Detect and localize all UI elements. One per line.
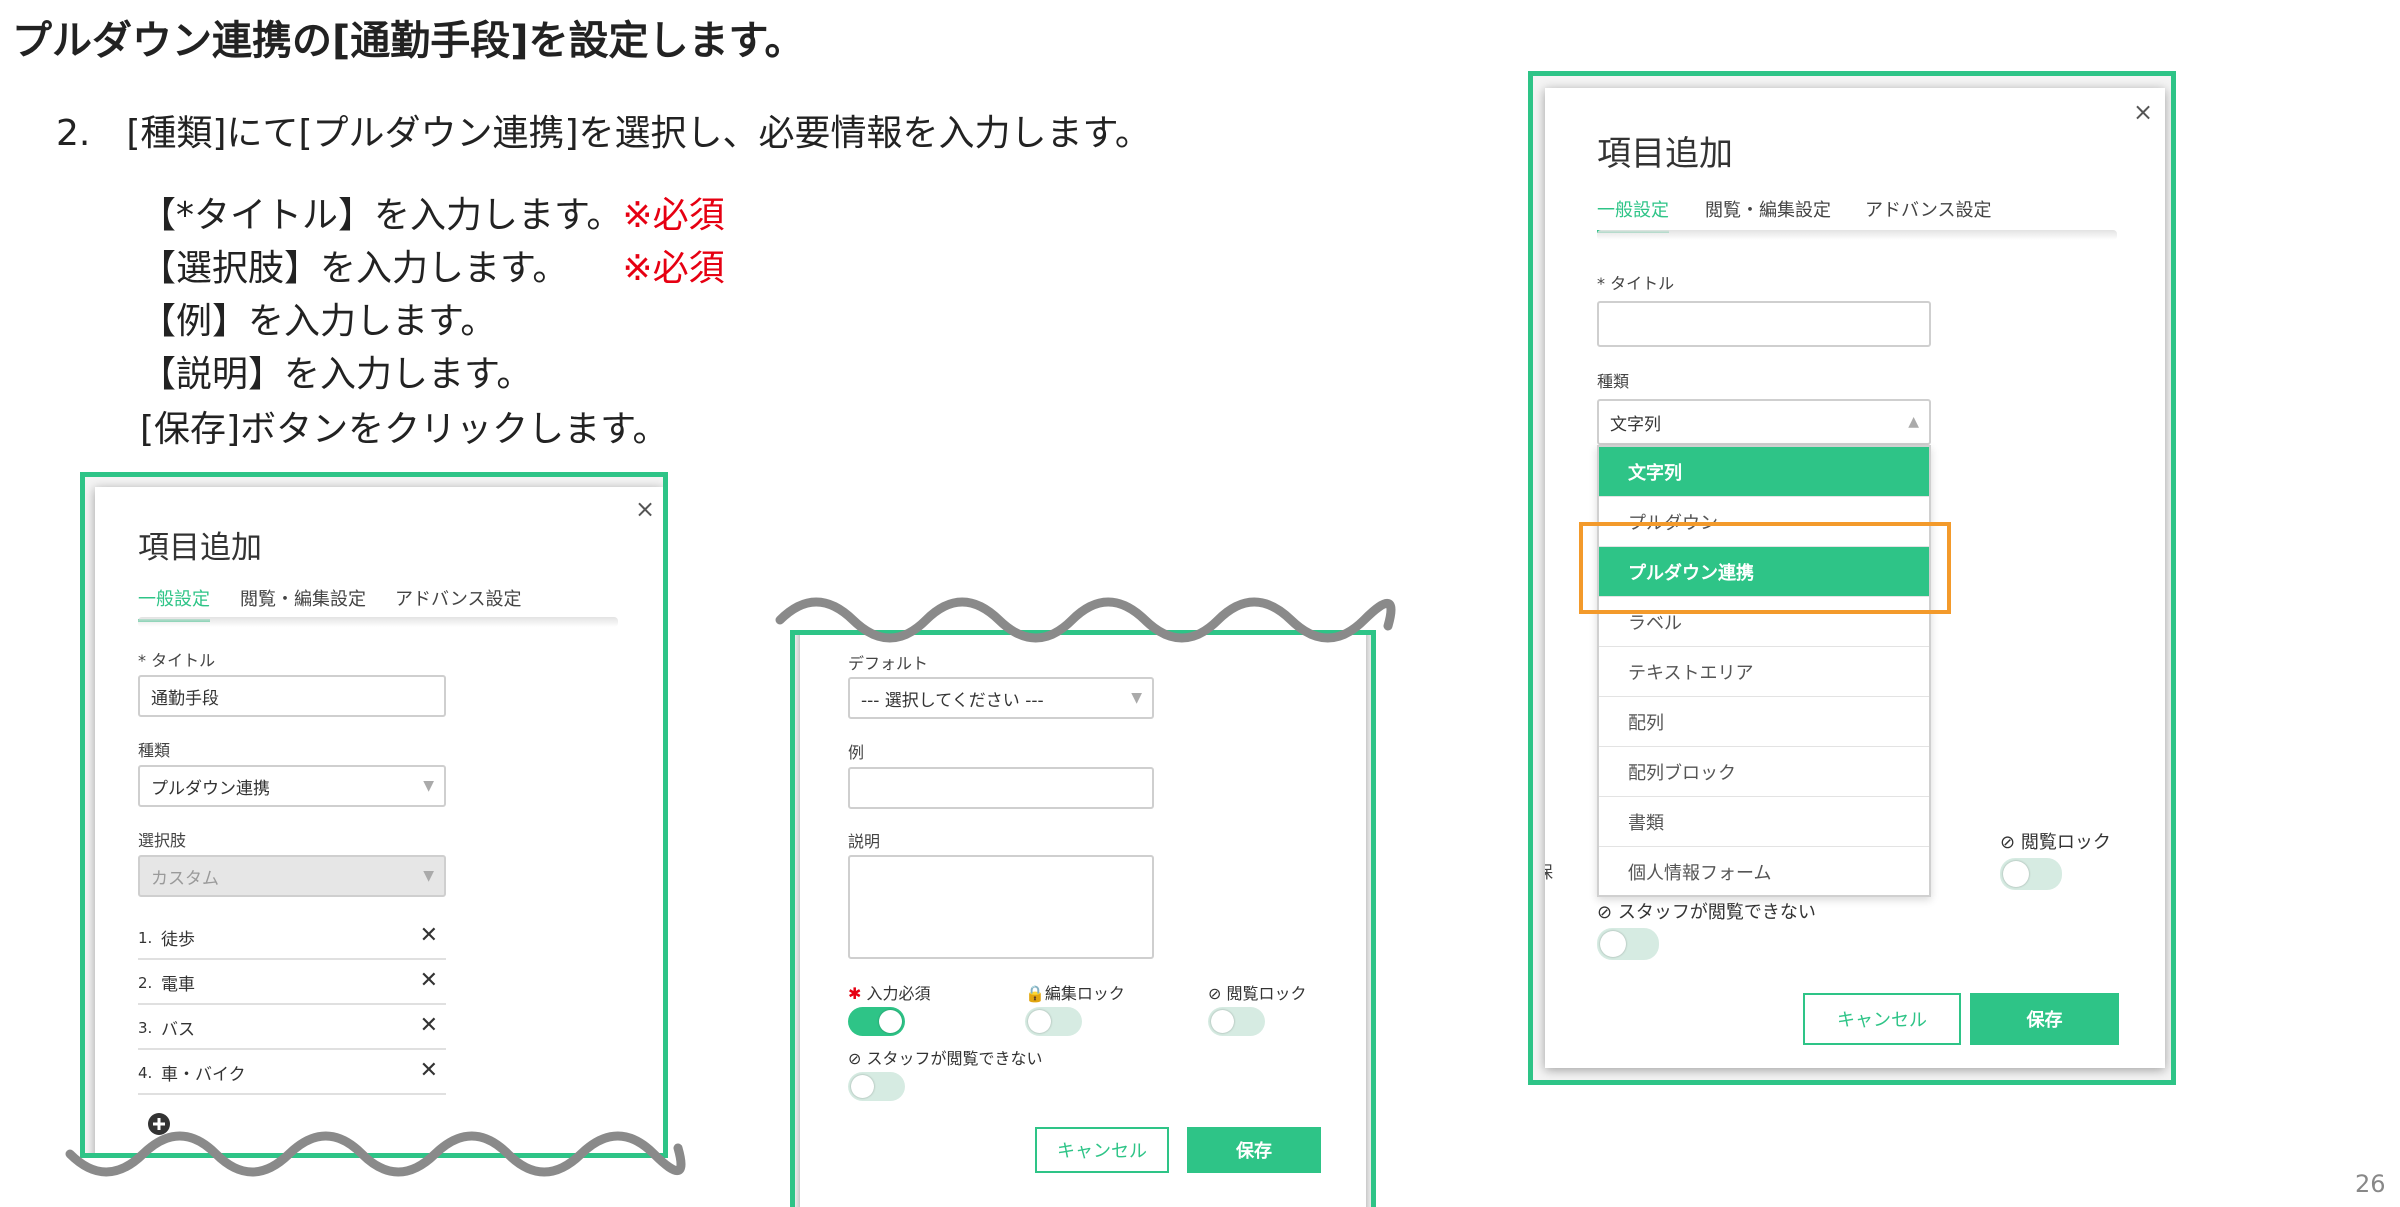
side-letter: 保 bbox=[1545, 858, 1553, 883]
dropdown-option[interactable]: 個人情報フォーム bbox=[1599, 847, 1929, 897]
eye-slash-icon: ⊘ bbox=[1597, 902, 1613, 923]
description-label: 説明 bbox=[848, 832, 881, 851]
dropdown-option[interactable]: 書類 bbox=[1599, 797, 1929, 847]
instruction-3: 【例】を入力します。 bbox=[140, 301, 497, 342]
middle-dialog: デフォルト --- 選択してください --- ▼ 例 説明 ✱ 入力必須 🔒編集ロ… bbox=[800, 635, 1366, 1207]
dropdown-option[interactable]: 配列 bbox=[1599, 697, 1929, 747]
close-icon[interactable]: ✕ bbox=[420, 968, 438, 993]
choice-item: 3. バス ✕ bbox=[138, 1005, 446, 1050]
type-select[interactable]: 文字列 ▲ bbox=[1597, 399, 1931, 445]
save-button[interactable]: 保存 bbox=[1187, 1127, 1321, 1173]
choice-item: 4. 車・バイク ✕ bbox=[138, 1050, 446, 1095]
page-title: プルダウン連携の[通勤手段]を設定します。 bbox=[12, 18, 805, 64]
title-input[interactable]: 通勤手段 bbox=[138, 675, 446, 717]
instruction-4: 【説明】を入力します。 bbox=[140, 354, 533, 395]
staff-hidden-label: ⊘ スタッフが閲覧できない bbox=[1597, 902, 1816, 923]
description-textarea[interactable] bbox=[848, 855, 1154, 959]
title-label: * タイトル bbox=[138, 651, 216, 670]
dropdown-option[interactable]: 文字列 bbox=[1599, 447, 1929, 497]
close-icon[interactable]: × bbox=[635, 495, 655, 523]
chevron-down-icon: ▼ bbox=[423, 868, 434, 884]
view-lock-label: ⊘ 閲覧ロック bbox=[1208, 984, 1307, 1003]
required-toggle-label: ✱ 入力必須 bbox=[848, 984, 931, 1003]
chevron-up-icon: ▲ bbox=[1908, 414, 1919, 430]
view-lock-toggle[interactable] bbox=[2000, 858, 2062, 890]
tab-advanced[interactable]: アドバンス設定 bbox=[1865, 196, 1992, 222]
title-input[interactable] bbox=[1597, 301, 1931, 347]
dropdown-option[interactable]: テキストエリア bbox=[1599, 647, 1929, 697]
instruction-1: 【*タイトル】を入力します。※必須 bbox=[140, 195, 725, 236]
slide: プルダウン連携の[通勤手段]を設定します。 2. [種類]にて[プルダウン連携]… bbox=[0, 0, 2400, 1207]
lock-icon: 🔒 bbox=[1025, 984, 1045, 1003]
example-input[interactable] bbox=[848, 767, 1154, 809]
tab-view-edit[interactable]: 閲覧・編集設定 bbox=[240, 585, 366, 611]
close-icon[interactable]: ✕ bbox=[420, 923, 438, 948]
highlight-box bbox=[1579, 522, 1951, 614]
required-note: ※必須 bbox=[622, 248, 725, 289]
default-select[interactable]: --- 選択してください --- ▼ bbox=[848, 677, 1154, 719]
cancel-button[interactable]: キャンセル bbox=[1803, 993, 1961, 1045]
dialog-title: 項目追加 bbox=[138, 530, 262, 566]
type-label: 種類 bbox=[1597, 372, 1630, 391]
chevron-down-icon: ▼ bbox=[423, 778, 434, 794]
eye-slash-icon: ⊘ bbox=[2000, 832, 2016, 853]
cut-wave-top-middle bbox=[775, 597, 1396, 643]
tab-general[interactable]: 一般設定 bbox=[1597, 196, 1669, 233]
tab-advanced[interactable]: アドバンス設定 bbox=[395, 585, 522, 611]
staff-hidden-label: ⊘ スタッフが閲覧できない bbox=[848, 1049, 1043, 1068]
view-lock-label: ⊘ 閲覧ロック bbox=[2000, 832, 2111, 853]
staff-hidden-toggle[interactable] bbox=[1597, 928, 1659, 960]
required-note: ※必須 bbox=[622, 195, 725, 236]
eye-slash-icon: ⊘ bbox=[848, 1049, 862, 1068]
close-icon[interactable]: × bbox=[2133, 98, 2153, 126]
instruction-5: [保存]ボタンをクリックします。 bbox=[140, 409, 669, 450]
eye-slash-icon: ⊘ bbox=[1208, 984, 1222, 1003]
required-toggle[interactable] bbox=[848, 1007, 905, 1036]
type-label: 種類 bbox=[138, 741, 171, 760]
step-text: 2. [種類]にて[プルダウン連携]を選択し、必要情報を入力します。 bbox=[56, 113, 1151, 154]
save-button[interactable]: 保存 bbox=[1970, 993, 2119, 1045]
chevron-down-icon: ▼ bbox=[1131, 690, 1142, 706]
asterisk-icon: ✱ bbox=[848, 984, 862, 1003]
left-dialog-frame: × 項目追加 一般設定 閲覧・編集設定 アドバンス設定 * タイトル 通勤手段 … bbox=[80, 472, 668, 1158]
tab-divider bbox=[1597, 230, 2117, 240]
example-label: 例 bbox=[848, 743, 865, 762]
type-select[interactable]: プルダウン連携 ▼ bbox=[138, 765, 446, 807]
cut-wave-bottom-left bbox=[65, 1131, 686, 1177]
edit-lock-toggle[interactable] bbox=[1025, 1007, 1082, 1036]
cancel-button[interactable]: キャンセル bbox=[1035, 1127, 1169, 1173]
dropdown-option[interactable]: 配列ブロック bbox=[1599, 747, 1929, 797]
close-icon[interactable]: ✕ bbox=[420, 1058, 438, 1083]
edit-lock-label: 🔒編集ロック bbox=[1025, 984, 1125, 1003]
tab-view-edit[interactable]: 閲覧・編集設定 bbox=[1705, 196, 1831, 222]
instruction-2: 【選択肢】を入力します。 ※必須 bbox=[140, 248, 725, 289]
left-dialog: × 項目追加 一般設定 閲覧・編集設定 アドバンス設定 * タイトル 通勤手段 … bbox=[95, 487, 663, 1153]
close-icon[interactable]: ✕ bbox=[420, 1013, 438, 1038]
middle-dialog-frame: デフォルト --- 選択してください --- ▼ 例 説明 ✱ 入力必須 🔒編集ロ… bbox=[790, 630, 1376, 1207]
title-label: * タイトル bbox=[1597, 274, 1675, 293]
dialog-title: 項目追加 bbox=[1597, 134, 1733, 174]
choice-item: 1. 徒歩 ✕ bbox=[138, 915, 446, 960]
type-dropdown: 文字列 プルダウン プルダウン連携 ラベル テキストエリア 配列 配列ブロック … bbox=[1597, 445, 1931, 897]
choices-label: 選択肢 bbox=[138, 831, 187, 850]
staff-hidden-toggle[interactable] bbox=[848, 1072, 905, 1101]
page-number: 26 bbox=[2355, 1170, 2386, 1198]
tab-divider bbox=[138, 617, 618, 627]
choices-select: カスタム ▼ bbox=[138, 855, 446, 897]
choice-item: 2. 電車 ✕ bbox=[138, 960, 446, 1005]
view-lock-toggle[interactable] bbox=[1208, 1007, 1265, 1036]
